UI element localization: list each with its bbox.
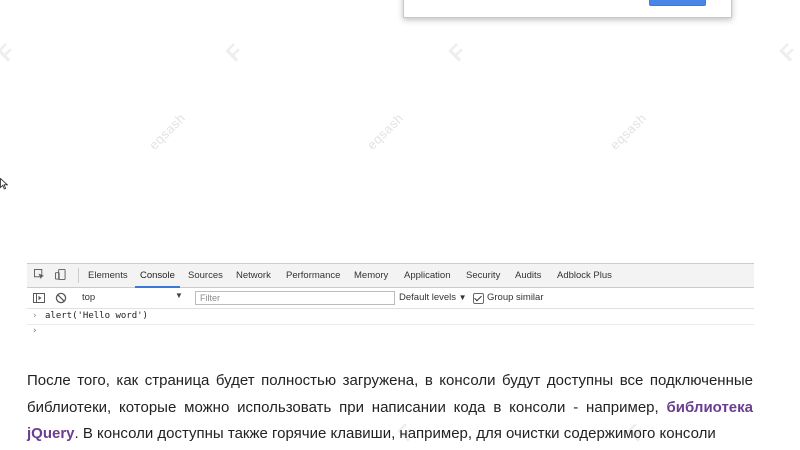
- mouse-cursor-icon: [0, 178, 8, 190]
- context-selector[interactable]: top: [82, 290, 184, 305]
- page: eqsash eqsash eqsash F F F F F F Element…: [0, 0, 800, 450]
- alert-ok-button[interactable]: [649, 0, 706, 6]
- console-entry: › alert('Hello word'): [27, 309, 754, 325]
- sidebar-toggle-icon[interactable]: [33, 292, 45, 304]
- tab-network[interactable]: Network: [236, 264, 271, 287]
- watermark-text: eqsash: [364, 110, 407, 153]
- clear-console-icon[interactable]: [55, 292, 67, 304]
- tab-audits[interactable]: Audits: [515, 264, 541, 287]
- console-input-prompt-icon: ›: [32, 311, 38, 321]
- devtools-panel: Elements Console Sources Network Perform…: [27, 263, 754, 339]
- tab-elements[interactable]: Elements: [88, 264, 128, 287]
- watermark-logo: F: [443, 39, 471, 67]
- toolbar-divider: [78, 268, 79, 283]
- context-selector-value: top: [82, 292, 96, 303]
- console-command: alert('Hello word'): [45, 311, 148, 321]
- tab-console[interactable]: Console: [135, 264, 180, 288]
- filter-input[interactable]: Filter: [195, 291, 395, 305]
- tab-application[interactable]: Application: [404, 264, 450, 287]
- tab-memory[interactable]: Memory: [354, 264, 388, 287]
- watermark-logo: F: [0, 39, 20, 67]
- article-text: После того, как страница будет полностью…: [27, 372, 753, 416]
- watermark-text: eqsash: [146, 110, 189, 153]
- tab-security[interactable]: Security: [466, 264, 500, 287]
- chevron-down-icon: ▼: [458, 293, 467, 302]
- console-prompt-icon: ›: [32, 326, 38, 336]
- inspect-element-icon[interactable]: [34, 269, 45, 280]
- group-similar-label: Group similar: [487, 292, 544, 303]
- tab-performance[interactable]: Performance: [286, 264, 340, 287]
- log-levels-dropdown[interactable]: Default levels ▼: [399, 290, 467, 306]
- watermark-logo: F: [774, 39, 800, 67]
- devtools-tab-bar: Elements Console Sources Network Perform…: [27, 264, 754, 288]
- device-toolbar-icon[interactable]: [55, 269, 66, 280]
- group-similar-checkbox[interactable]: [473, 293, 484, 304]
- tab-sources[interactable]: Sources: [188, 264, 223, 287]
- chevron-down-icon: ▼: [175, 291, 183, 300]
- watermark-logo: F: [220, 39, 248, 67]
- alert-dialog: [403, 0, 732, 18]
- article-text: . В консоли доступны также горячие клави…: [74, 425, 716, 442]
- filter-placeholder: Filter: [200, 293, 220, 303]
- console-prompt-line[interactable]: ›: [27, 324, 754, 339]
- article-paragraph: После того, как страница будет полностью…: [27, 368, 753, 448]
- watermark-text: eqsash: [607, 110, 650, 153]
- tab-adblock-plus[interactable]: Adblock Plus: [557, 264, 612, 287]
- log-levels-label: Default levels: [399, 292, 457, 303]
- console-toolbar: top ▼ Filter Default levels ▼ Group simi…: [27, 288, 754, 309]
